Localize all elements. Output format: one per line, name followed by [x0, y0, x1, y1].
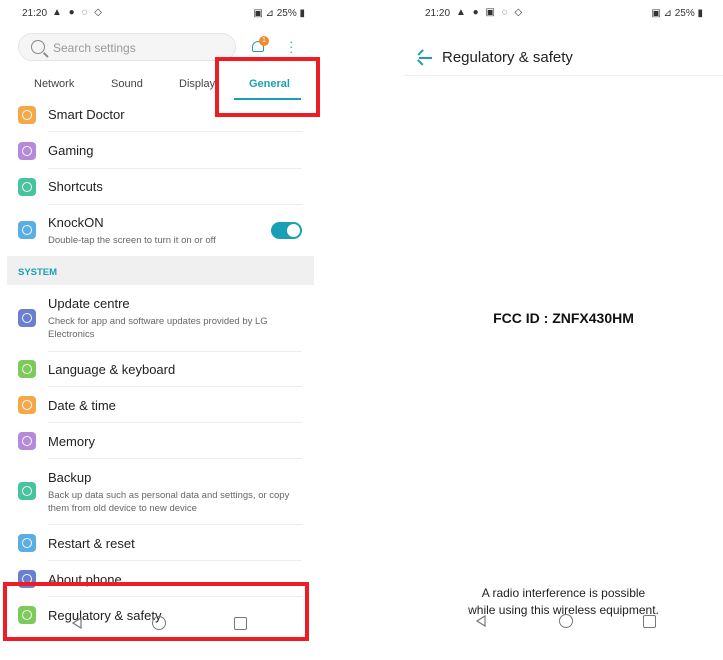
tab-sound[interactable]: Sound [111, 78, 143, 90]
search-placeholder: Search settings [53, 41, 136, 55]
app-header: Regulatory & safety [404, 40, 723, 76]
search-icon [31, 40, 45, 54]
notification-badge: 1 [259, 36, 269, 46]
recent-apps-icon[interactable] [234, 617, 247, 630]
search-bar[interactable]: Search settings [18, 33, 236, 61]
page-title: Regulatory & safety [442, 49, 573, 66]
item-title: Language & keyboard [48, 362, 176, 377]
item-subtitle: Back up data such as personal data and s… [48, 490, 290, 514]
item-title: Shortcuts [48, 179, 103, 194]
navigation-bar [404, 612, 723, 642]
language-keyboard-icon [18, 360, 36, 378]
item-title: KnockON [48, 215, 104, 230]
smart-doctor-icon [18, 106, 36, 124]
battery-percent: 25% [674, 8, 695, 19]
status-time: 21:20 [22, 8, 48, 19]
item-title: Smart Doctor [48, 107, 125, 122]
battery-percent: 25% [276, 8, 297, 19]
knockon-toggle[interactable] [271, 222, 302, 239]
list-item-language-keyboard[interactable]: Language & keyboard [0, 352, 314, 387]
shortcuts-icon [18, 178, 36, 196]
fcc-id-text: FCC ID : ZNFX430HM [493, 310, 634, 326]
list-item-gaming[interactable]: Gaming [0, 133, 314, 169]
item-title: Backup [48, 470, 92, 485]
list-item-knockon[interactable]: KnockON Double-tap the screen to turn it… [0, 205, 314, 256]
item-title: Date & time [48, 398, 116, 413]
list-item-shortcuts[interactable]: Shortcuts [0, 169, 314, 205]
list-item-backup[interactable]: Backup Back up data such as personal dat… [0, 459, 314, 525]
gaming-icon [18, 142, 36, 160]
status-right: ▣ ⊿ 25% ▮ [651, 8, 703, 19]
status-bar: 21:20 ▲ ● ▣ ◌ ◇ ▣ ⊿ 25% ▮ [404, 0, 723, 28]
tab-network[interactable]: Network [34, 78, 74, 90]
list-item-date-time[interactable]: Date & time [0, 387, 314, 423]
warning-line-1: A radio interference is possible [481, 586, 646, 600]
back-nav-icon[interactable] [72, 617, 82, 629]
list-item-update-centre[interactable]: Update centre Check for app and software… [0, 286, 314, 352]
item-title: Update centre [48, 296, 130, 311]
restart-reset-icon [18, 534, 36, 552]
backup-icon [18, 482, 36, 500]
settings-screen: 21:20 ▲ ● ◌ ◇ ▣ ⊿ 25% ▮ Search settings … [0, 0, 325, 660]
section-header-system: SYSTEM [7, 256, 314, 285]
date-time-icon [18, 396, 36, 414]
regulatory-screen: 21:20 ▲ ● ▣ ◌ ◇ ▣ ⊿ 25% ▮ Regulatory & s… [404, 0, 723, 660]
back-nav-icon[interactable] [476, 615, 486, 627]
home-nav-icon[interactable] [152, 616, 166, 630]
status-right: ▣ ⊿ 25% ▮ [253, 8, 305, 19]
item-title: Restart & reset [48, 536, 135, 551]
navigation-bar [0, 614, 325, 644]
notification-bell-icon[interactable]: 1 [251, 36, 269, 54]
tab-display[interactable]: Display [179, 78, 215, 90]
recent-apps-icon[interactable] [643, 615, 656, 628]
status-time: 21:20 [425, 8, 451, 19]
knockon-icon [18, 221, 36, 239]
section-label: SYSTEM [18, 267, 58, 278]
list-item-restart-reset[interactable]: Restart & reset [0, 525, 314, 561]
list-item-memory[interactable]: Memory [0, 423, 314, 459]
status-icons: ▲ ● ◌ ◇ [52, 7, 104, 18]
item-title: Memory [48, 434, 95, 449]
back-arrow-icon[interactable] [417, 49, 432, 66]
more-options-icon[interactable]: · · · [289, 35, 293, 58]
update-centre-icon [18, 309, 36, 327]
memory-icon [18, 432, 36, 450]
status-icons: ▲ ● ▣ ◌ ◇ [456, 7, 525, 18]
item-subtitle: Check for app and software updates provi… [48, 316, 268, 340]
list-item-smart-doctor[interactable]: Smart Doctor [0, 100, 314, 132]
home-nav-icon[interactable] [559, 614, 573, 628]
status-bar: 21:20 ▲ ● ◌ ◇ ▣ ⊿ 25% ▮ [0, 0, 325, 28]
item-subtitle: Double-tap the screen to turn it on or o… [48, 235, 216, 246]
item-title: Gaming [48, 143, 94, 158]
